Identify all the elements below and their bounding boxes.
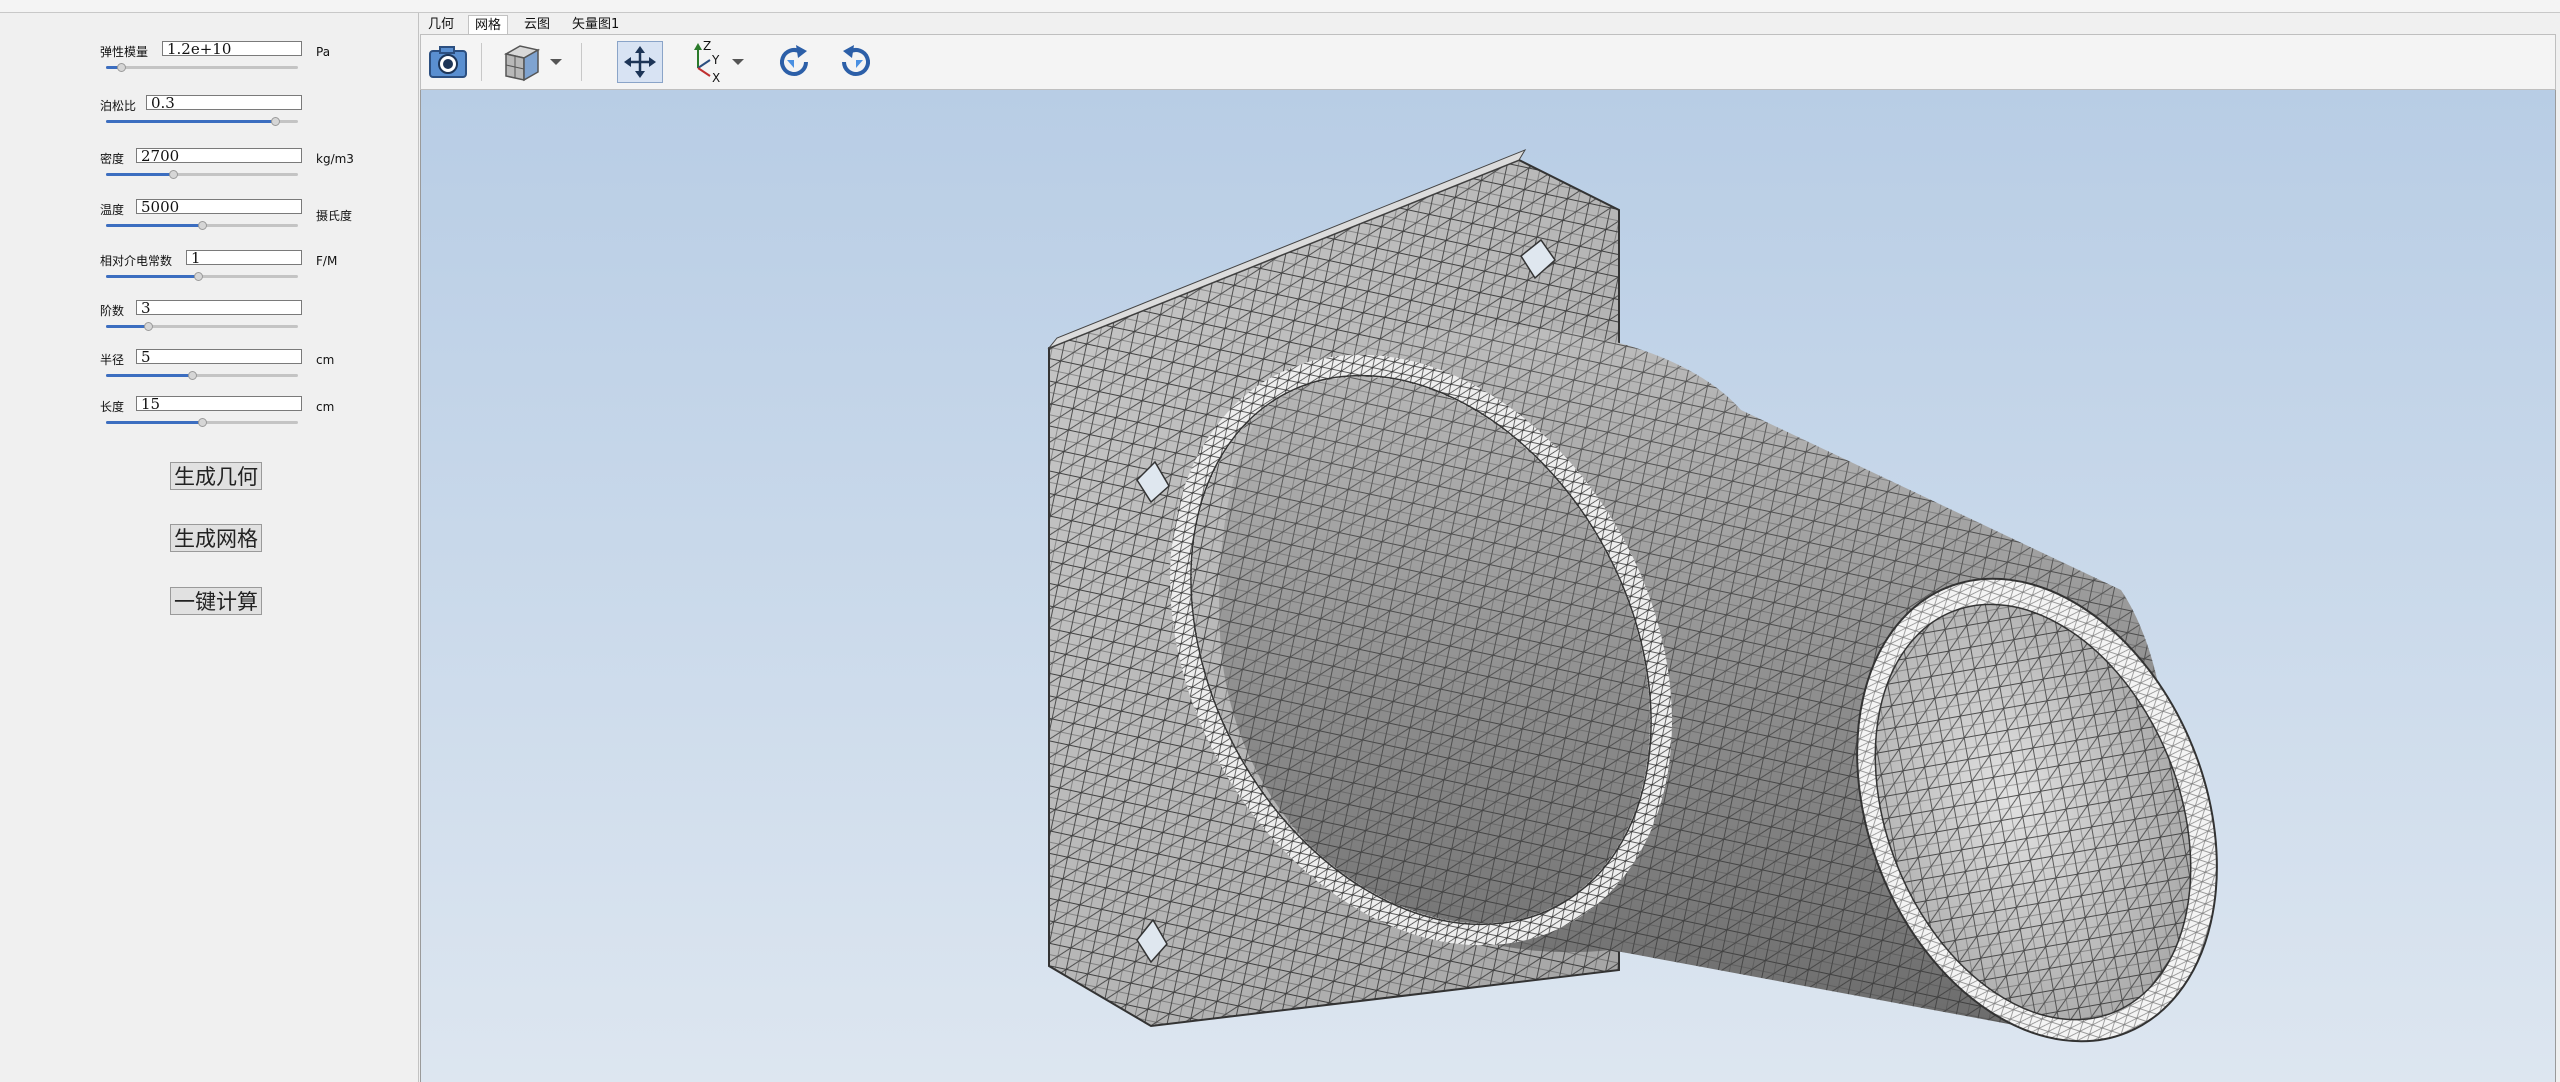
axes-icon: Z Y X: [694, 40, 720, 84]
param-poisson-ratio: 泊松比 0.3: [100, 95, 400, 135]
temperature-slider[interactable]: [106, 221, 298, 230]
param-label: 密度: [100, 152, 125, 166]
slider-thumb[interactable]: [194, 272, 204, 281]
tab-contour[interactable]: 云图: [518, 15, 556, 34]
elastic-modulus-slider[interactable]: [106, 63, 298, 72]
param-label: 温度: [100, 203, 125, 217]
slider-thumb[interactable]: [169, 170, 179, 179]
param-order: 阶数 3: [100, 300, 400, 340]
slider-thumb[interactable]: [117, 63, 127, 72]
param-unit: Pa: [316, 45, 331, 59]
slider-thumb[interactable]: [198, 221, 207, 230]
tab-geometry[interactable]: 几何: [422, 15, 460, 34]
param-length: 长度 15 cm: [100, 396, 400, 436]
tab-vector[interactable]: 矢量图1: [566, 15, 625, 34]
slider-thumb[interactable]: [144, 322, 154, 331]
viewer-toolbar: Z Y X: [420, 34, 2556, 90]
camera-icon: [429, 46, 467, 78]
param-label: 半径: [100, 353, 125, 367]
generate-geometry-button[interactable]: 生成几何: [170, 462, 262, 490]
order-field[interactable]: 3: [136, 300, 302, 315]
axis-z-label: Z: [703, 40, 711, 53]
temperature-field[interactable]: 5000: [136, 199, 302, 214]
param-label: 弹性模量: [100, 45, 149, 59]
rotate-ccw-icon: [842, 45, 870, 76]
permittivity-field[interactable]: 1: [186, 250, 302, 265]
window-top-bar: [0, 0, 2560, 13]
param-temperature: 温度 5000 摄氏度: [100, 199, 400, 239]
generate-mesh-button[interactable]: 生成网格: [170, 524, 262, 552]
poisson-ratio-field[interactable]: 0.3: [146, 95, 302, 110]
param-unit: F/M: [316, 254, 338, 268]
poisson-ratio-slider[interactable]: [106, 117, 298, 126]
param-label: 阶数: [100, 304, 125, 318]
dropdown-arrow-icon: [550, 59, 562, 65]
param-label: 相对介电常数: [100, 254, 173, 268]
param-permittivity: 相对介电常数 1 F/M: [100, 250, 400, 290]
radius-slider[interactable]: [106, 371, 298, 380]
view-cube-button[interactable]: [499, 41, 545, 83]
toolbar-separator: [481, 43, 482, 81]
order-slider[interactable]: [106, 322, 298, 331]
view-cube-dropdown[interactable]: [545, 41, 567, 83]
rotate-counterclockwise-button[interactable]: [833, 41, 879, 83]
density-slider[interactable]: [106, 170, 298, 179]
radius-field[interactable]: 5: [136, 349, 302, 364]
fit-view-icon: [624, 46, 656, 78]
parameter-panel: 弹性模量 1.2e+10 Pa 泊松比 0.3 密度 2700 kg/m3 温度…: [0, 13, 419, 1082]
param-unit: cm: [316, 353, 335, 367]
axis-x-label: X: [712, 71, 720, 84]
param-radius: 半径 5 cm: [100, 349, 400, 389]
axes-dropdown[interactable]: [727, 41, 749, 83]
compute-button[interactable]: 一键计算: [170, 587, 262, 615]
rotate-cw-icon: [780, 45, 808, 76]
param-density: 密度 2700 kg/m3: [100, 148, 400, 188]
rotate-clockwise-button[interactable]: [771, 41, 817, 83]
3d-viewport[interactable]: [420, 90, 2556, 1082]
permittivity-slider[interactable]: [106, 272, 298, 281]
dropdown-arrow-icon: [732, 59, 744, 65]
param-unit: 摄氏度: [316, 209, 353, 223]
param-unit: cm: [316, 400, 335, 414]
slider-thumb[interactable]: [188, 371, 198, 380]
slider-thumb[interactable]: [270, 117, 280, 126]
screenshot-button[interactable]: [425, 41, 471, 83]
length-slider[interactable]: [106, 418, 298, 427]
param-elastic-modulus: 弹性模量 1.2e+10 Pa: [100, 41, 400, 81]
elastic-modulus-field[interactable]: 1.2e+10: [162, 41, 302, 56]
toolbar-separator: [581, 43, 582, 81]
fit-view-button[interactable]: [617, 41, 663, 83]
param-unit: kg/m3: [316, 152, 354, 166]
view-cube-icon: [503, 45, 541, 82]
param-label: 长度: [100, 400, 125, 414]
length-field[interactable]: 15: [136, 396, 302, 411]
tab-mesh[interactable]: 网格: [468, 15, 509, 36]
density-field[interactable]: 2700: [136, 148, 302, 163]
axis-y-label: Y: [711, 53, 720, 67]
axes-button[interactable]: Z Y X: [683, 40, 729, 84]
param-label: 泊松比: [100, 99, 137, 113]
mesh-model: [1047, 148, 2218, 1043]
slider-thumb[interactable]: [198, 418, 207, 427]
